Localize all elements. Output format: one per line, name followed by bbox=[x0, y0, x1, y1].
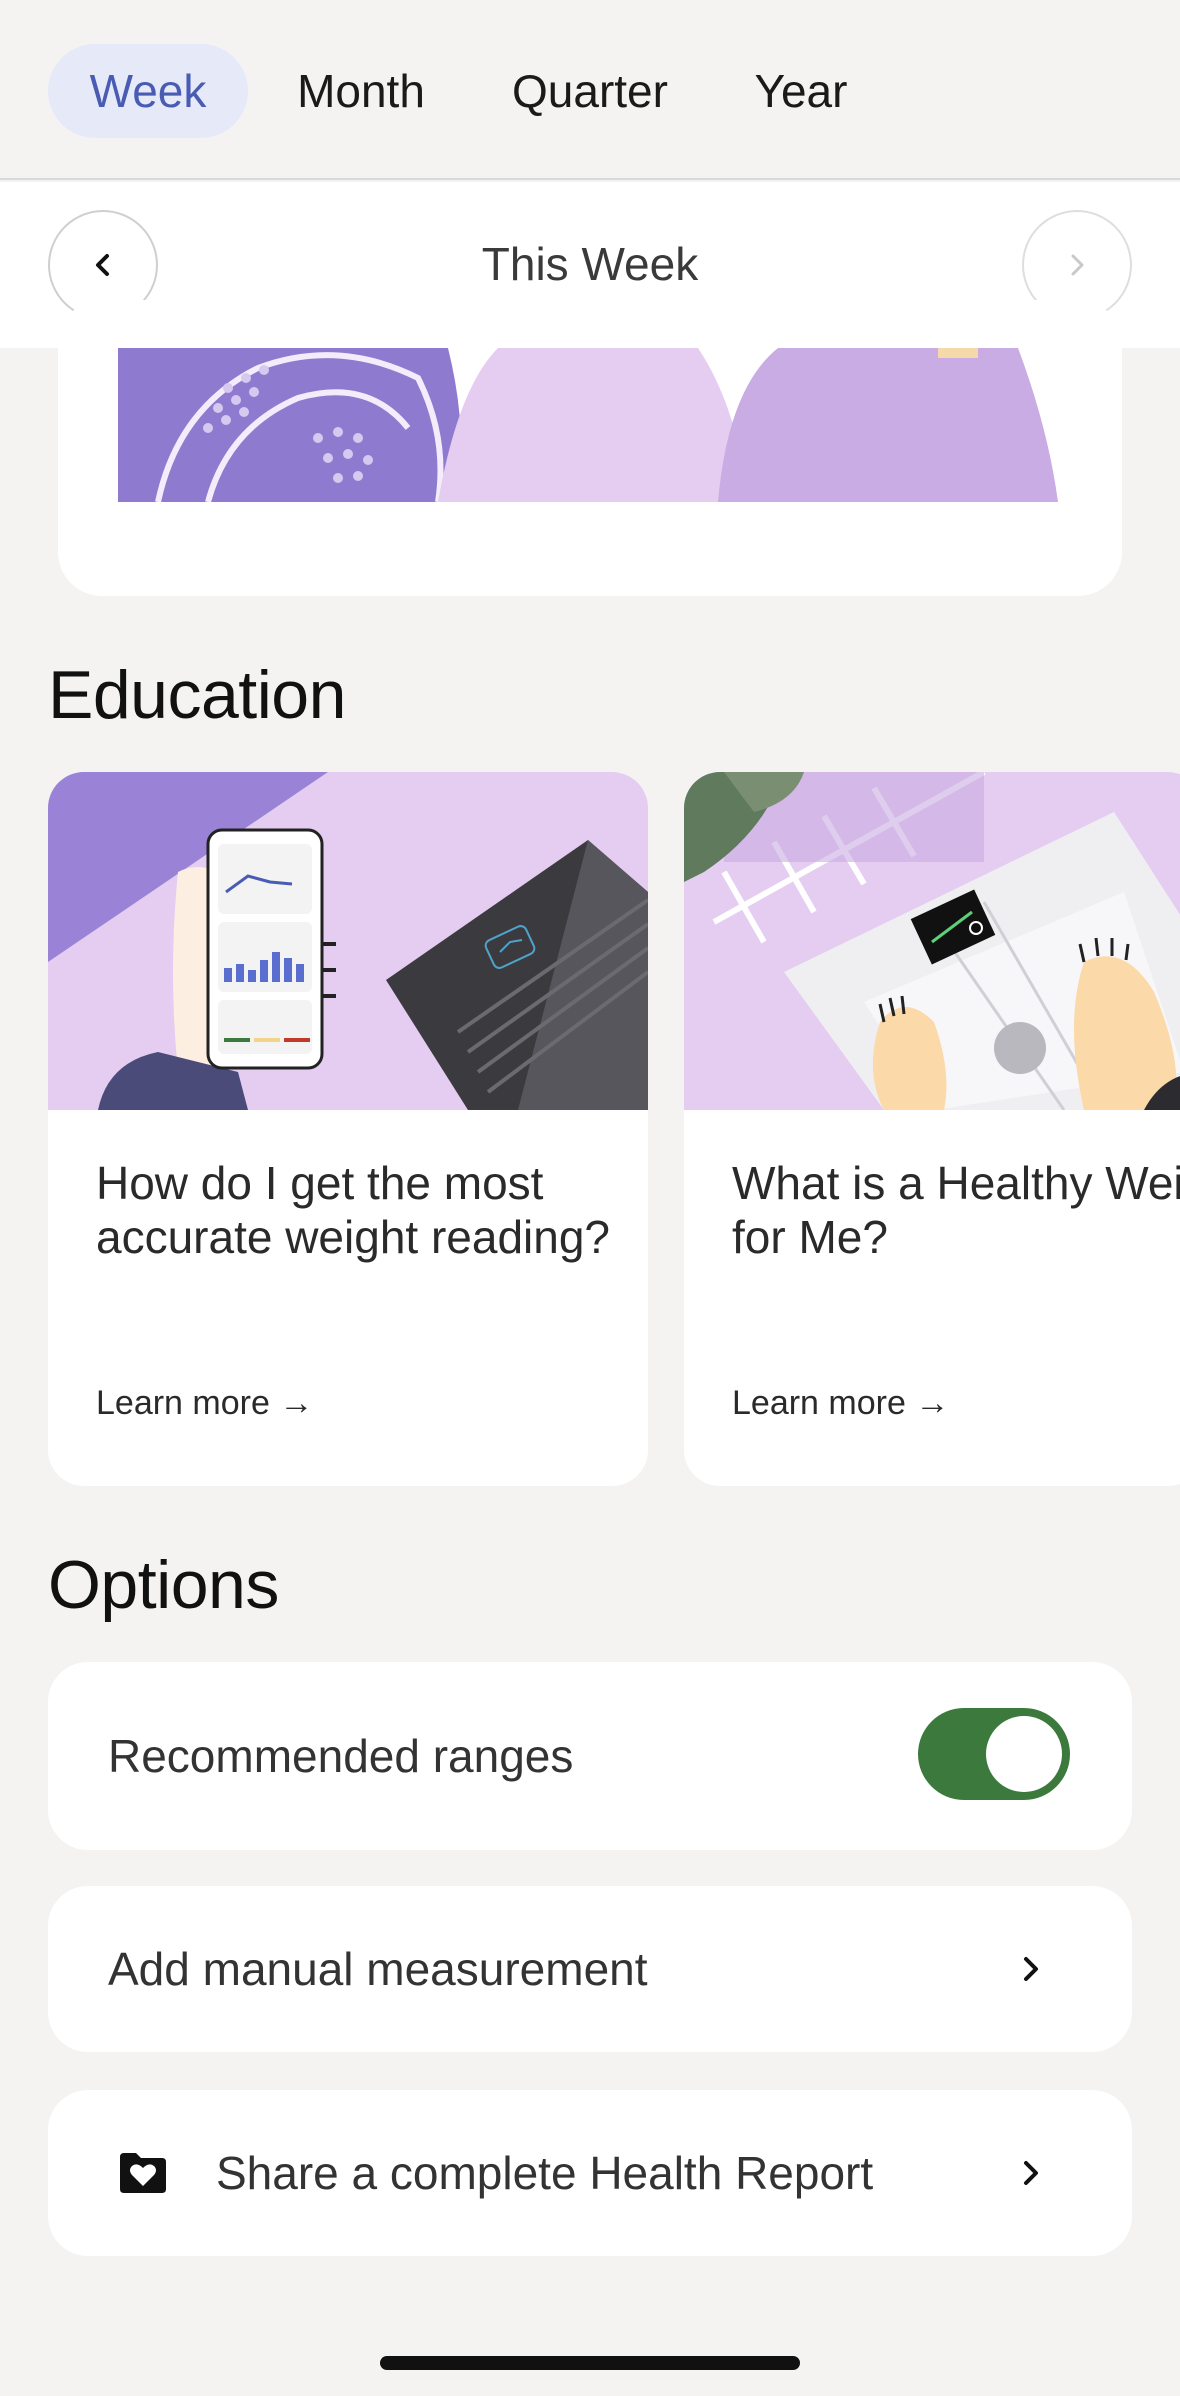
phone-scale-illustration bbox=[48, 772, 648, 1110]
education-card-title: How do I get the most accurate weight re… bbox=[96, 1157, 610, 1263]
add-manual-measurement-label: Add manual measurement bbox=[108, 1943, 648, 1995]
recommended-ranges-label: Recommended ranges bbox=[108, 1730, 574, 1782]
learn-more-link[interactable]: Learn more → bbox=[732, 1384, 949, 1423]
tab-week[interactable]: Week bbox=[48, 44, 248, 138]
tab-quarter[interactable]: Quarter bbox=[490, 44, 690, 138]
add-manual-measurement-row[interactable]: Add manual measurement bbox=[48, 1886, 1132, 2052]
period-tabs: Week Month Quarter Year bbox=[0, 0, 1180, 180]
tab-month[interactable]: Month bbox=[268, 44, 454, 138]
recommended-ranges-row: Recommended ranges bbox=[48, 1662, 1132, 1850]
weight-illustration bbox=[118, 348, 1058, 502]
home-indicator[interactable] bbox=[380, 2356, 800, 2370]
education-card[interactable]: What is a Healthy Weight for Me? Learn m… bbox=[684, 772, 1180, 1486]
feet-on-scale-illustration bbox=[684, 772, 1180, 1110]
learn-more-link[interactable]: Learn more → bbox=[96, 1384, 313, 1423]
chevron-right-icon bbox=[1071, 254, 1084, 276]
options-heading: Options bbox=[48, 1547, 279, 1623]
share-health-report-label: Share a complete Health Report bbox=[216, 2147, 874, 2199]
illustration-card bbox=[58, 300, 1122, 596]
chevron-right-icon bbox=[1024, 2161, 1038, 2185]
education-heading: Education bbox=[48, 657, 346, 733]
education-card-title: What is a Healthy Weight for Me? bbox=[732, 1157, 1180, 1263]
tab-year[interactable]: Year bbox=[728, 44, 874, 138]
toggle-knob bbox=[986, 1716, 1062, 1792]
recommended-ranges-toggle[interactable] bbox=[918, 1708, 1070, 1800]
week-label: This Week bbox=[481, 238, 699, 290]
share-health-report-row[interactable]: Share a complete Health Report bbox=[48, 2090, 1132, 2256]
education-card[interactable]: How do I get the most accurate weight re… bbox=[48, 772, 648, 1486]
folder-heart-icon bbox=[120, 2153, 166, 2193]
chevron-right-icon bbox=[1024, 1957, 1038, 1981]
